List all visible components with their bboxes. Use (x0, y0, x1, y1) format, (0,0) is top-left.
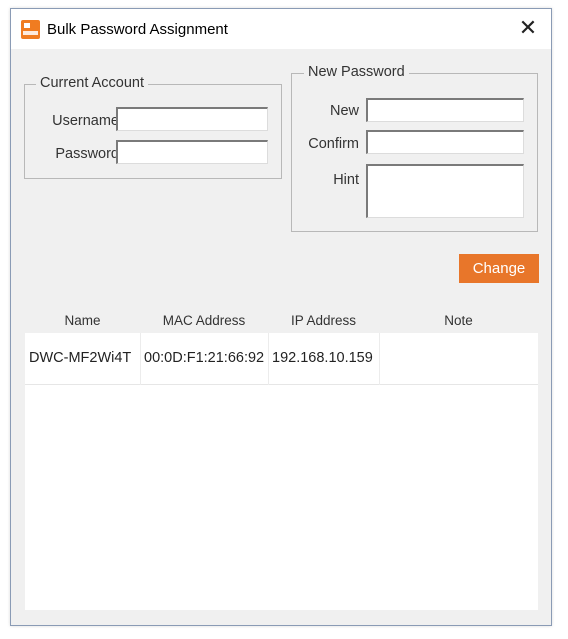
column-header-name[interactable]: Name (25, 313, 140, 328)
device-table: DWC-MF2Wi4T 00:0D:F1:21:66:92 192.168.10… (25, 333, 538, 610)
close-icon[interactable]: ✕ (517, 17, 539, 39)
hint-field[interactable] (366, 164, 524, 218)
table-header: Name MAC Address IP Address Note (25, 309, 538, 333)
title-bar: Bulk Password Assignment ✕ (11, 9, 551, 49)
confirm-label: Confirm (308, 136, 359, 152)
password-field[interactable] (116, 140, 268, 164)
confirm-password-field[interactable] (366, 130, 524, 154)
column-header-note[interactable]: Note (379, 313, 538, 328)
cell-mac: 00:0D:F1:21:66:92 (144, 350, 265, 366)
password-label: Password (55, 146, 119, 162)
hint-label: Hint (333, 172, 359, 188)
cell-name: DWC-MF2Wi4T (29, 350, 132, 366)
current-account-group: Current Account Username Password (24, 75, 282, 179)
new-password-field[interactable] (366, 98, 524, 122)
column-header-mac[interactable]: MAC Address (140, 313, 268, 328)
username-field[interactable] (116, 107, 268, 131)
bulk-password-dialog: Bulk Password Assignment ✕ Current Accou… (10, 8, 552, 626)
column-header-ip[interactable]: IP Address (268, 313, 379, 328)
change-button[interactable]: Change (459, 254, 539, 283)
current-account-legend: Current Account (36, 75, 148, 91)
new-label: New (329, 103, 359, 119)
app-logo-icon (21, 20, 40, 39)
table-row[interactable]: DWC-MF2Wi4T 00:0D:F1:21:66:92 192.168.10… (25, 333, 538, 385)
cell-ip: 192.168.10.159 (272, 350, 373, 366)
new-password-legend: New Password (304, 64, 409, 80)
window-title: Bulk Password Assignment (47, 21, 228, 38)
username-label: Username (52, 113, 119, 129)
new-password-group: New Password New Confirm Hint (291, 64, 538, 232)
